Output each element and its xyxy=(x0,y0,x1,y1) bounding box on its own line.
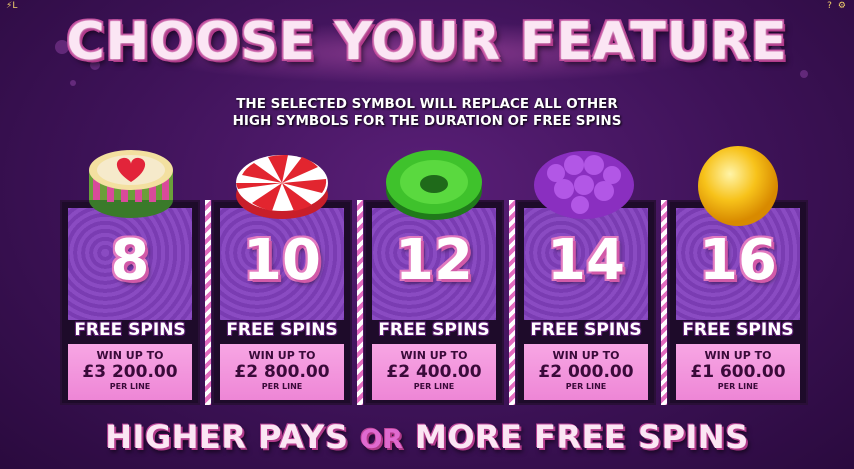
tagline-higher-pays: HIGHER PAYS xyxy=(105,418,349,456)
per-line-label: PER LINE xyxy=(109,382,151,391)
candy-cane-divider xyxy=(357,200,363,405)
free-spins-label: FREE SPINS xyxy=(226,320,338,340)
decor-bubble xyxy=(70,80,76,86)
tagline-or: OR xyxy=(360,425,404,455)
settings-icon[interactable]: ⚙ xyxy=(838,1,846,11)
win-box: WIN UP TO £2 400.00 PER LINE xyxy=(372,344,496,400)
status-indicator: ⚡L xyxy=(6,1,18,11)
candy-cane-divider xyxy=(509,200,515,405)
free-spins-label: FREE SPINS xyxy=(530,320,642,340)
green-sweet-ring-icon[interactable] xyxy=(382,140,486,224)
win-up-to-label: WIN UP TO xyxy=(96,349,164,362)
free-spins-count: 12 xyxy=(395,228,473,293)
feature-description: THE SELECTED SYMBOL WILL REPLACE ALL OTH… xyxy=(0,96,854,130)
win-up-to-label: WIN UP TO xyxy=(400,349,468,362)
feature-cards: 8 FREE SPINS WIN UP TO £3 200.00 PER LIN… xyxy=(60,140,808,410)
win-amount: £3 200.00 xyxy=(82,362,178,382)
win-box: WIN UP TO £1 600.00 PER LINE xyxy=(676,344,800,400)
win-box: WIN UP TO £2 800.00 PER LINE xyxy=(220,344,344,400)
free-spins-label: FREE SPINS xyxy=(378,320,490,340)
purple-raspberry-candy-icon[interactable] xyxy=(530,143,638,225)
feature-card-12[interactable]: 12 FREE SPINS WIN UP TO £2 400.00 PER LI… xyxy=(364,200,504,405)
footer-tagline: HIGHER PAYS OR MORE FREE SPINS xyxy=(0,418,854,456)
tagline-more-free-spins: MORE FREE SPINS xyxy=(414,418,749,456)
win-up-to-label: WIN UP TO xyxy=(704,349,772,362)
feature-card-14[interactable]: 14 FREE SPINS WIN UP TO £2 000.00 PER LI… xyxy=(516,200,656,405)
win-up-to-label: WIN UP TO xyxy=(248,349,316,362)
win-amount: £2 000.00 xyxy=(538,362,634,382)
help-button[interactable]: ? xyxy=(827,1,832,11)
win-amount: £1 600.00 xyxy=(690,362,786,382)
candy-cane-divider xyxy=(661,200,667,405)
feature-card-10[interactable]: 10 FREE SPINS WIN UP TO £2 800.00 PER LI… xyxy=(212,200,352,405)
feature-card-8[interactable]: 8 FREE SPINS WIN UP TO £3 200.00 PER LIN… xyxy=(60,200,200,405)
feature-card-16[interactable]: 16 FREE SPINS WIN UP TO £1 600.00 PER LI… xyxy=(668,200,808,405)
yellow-lollipop-icon[interactable] xyxy=(690,142,786,228)
description-line-1: THE SELECTED SYMBOL WILL REPLACE ALL OTH… xyxy=(236,96,618,112)
free-spins-count: 16 xyxy=(699,228,777,293)
top-right-controls: ? ⚙ xyxy=(827,1,846,11)
peppermint-swirl-icon[interactable] xyxy=(232,145,332,223)
heart-candy-icon[interactable] xyxy=(85,140,177,222)
candy-cane-divider xyxy=(205,200,211,405)
free-spins-label: FREE SPINS xyxy=(682,320,794,340)
win-amount: £2 400.00 xyxy=(386,362,482,382)
win-amount: £2 800.00 xyxy=(234,362,330,382)
per-line-label: PER LINE xyxy=(261,382,303,391)
per-line-label: PER LINE xyxy=(565,382,607,391)
page-title: CHOOSE YOUR FEATURE xyxy=(66,12,788,72)
free-spins-count: 8 xyxy=(110,228,150,293)
free-spins-count: 14 xyxy=(547,228,625,293)
per-line-label: PER LINE xyxy=(413,382,455,391)
win-up-to-label: WIN UP TO xyxy=(552,349,620,362)
free-spins-count: 10 xyxy=(243,228,321,293)
win-box: WIN UP TO £3 200.00 PER LINE xyxy=(68,344,192,400)
win-box: WIN UP TO £2 000.00 PER LINE xyxy=(524,344,648,400)
free-spins-label: FREE SPINS xyxy=(74,320,186,340)
description-line-2: HIGH SYMBOLS FOR THE DURATION OF FREE SP… xyxy=(232,113,622,129)
per-line-label: PER LINE xyxy=(717,382,759,391)
